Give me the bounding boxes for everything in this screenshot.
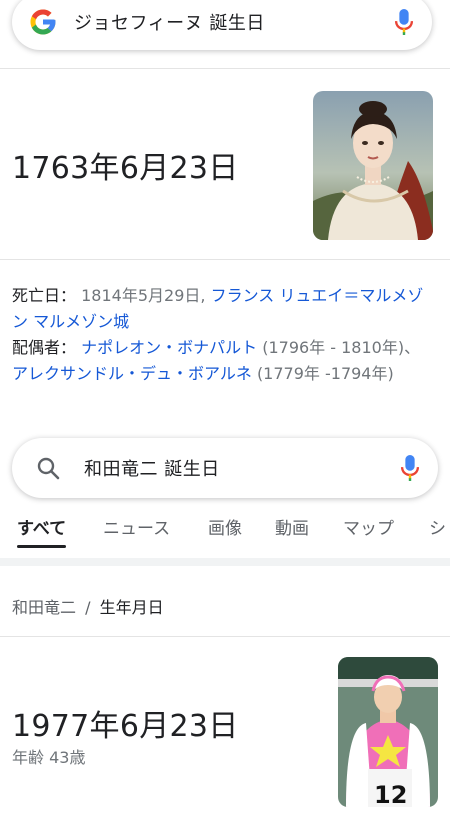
portrait-image[interactable] (313, 91, 433, 240)
mic-icon[interactable] (382, 455, 438, 481)
spouse-label: 配偶者： (12, 338, 77, 357)
breadcrumb: 和田竜二 / 生年月日 (12, 594, 164, 618)
google-logo-icon[interactable] (12, 7, 74, 37)
birth-date-answer: 1977年6月23日 (12, 709, 239, 744)
spouse2-years: (1779年 - (256, 364, 331, 383)
search-tabs: すべて ニュース 画像 動画 マップ シ (0, 514, 450, 550)
spouse-link-alexandre[interactable]: アレクサンドル・デュ・ボアルネ (12, 364, 252, 383)
search-bar-top[interactable]: ジョセフィーヌ 誕生日 (12, 0, 432, 50)
divider (0, 636, 450, 637)
spouse2-years-end: 1794年) (330, 364, 394, 383)
section-separator (0, 558, 450, 566)
mic-icon[interactable] (376, 9, 432, 35)
jersey-number: 12 (374, 781, 408, 807)
divider (0, 68, 450, 69)
divider (0, 259, 450, 260)
search-icon[interactable] (12, 456, 84, 480)
search-query[interactable]: 和田竜二 誕生日 (84, 455, 382, 481)
death-date: 1814年5月29日, (81, 286, 206, 305)
breadcrumb-entity[interactable]: 和田竜二 (12, 598, 76, 617)
birth-date-answer: 1763年6月23日 (12, 151, 239, 186)
age-text: 年齢 43歳 (12, 748, 86, 767)
tab-images[interactable]: 画像 (208, 514, 242, 539)
spouse1-years-end: 年)、 (381, 338, 421, 357)
spouse-link-napoleon[interactable]: ナポレオン・ボナパルト (81, 338, 257, 357)
search-bar-second[interactable]: 和田竜二 誕生日 (12, 438, 438, 498)
tab-all[interactable]: すべて (17, 514, 67, 548)
jockey-photo[interactable]: 12 (338, 657, 438, 807)
breadcrumb-attribute: 生年月日 (99, 598, 164, 617)
tab-more[interactable]: シ (429, 514, 446, 539)
breadcrumb-separator: / (85, 598, 91, 617)
tab-videos[interactable]: 動画 (275, 514, 309, 539)
spouse1-years: (1796年 - 1810 (262, 338, 382, 357)
search-query[interactable]: ジョセフィーヌ 誕生日 (74, 9, 376, 35)
tab-maps[interactable]: マップ (343, 514, 394, 539)
knowledge-facts: 死亡日： 1814年5月29日, フランス リュエイ＝マルメゾン マルメゾン城 … (12, 283, 432, 387)
tab-news[interactable]: ニュース (103, 514, 170, 539)
death-label: 死亡日： (12, 286, 77, 305)
